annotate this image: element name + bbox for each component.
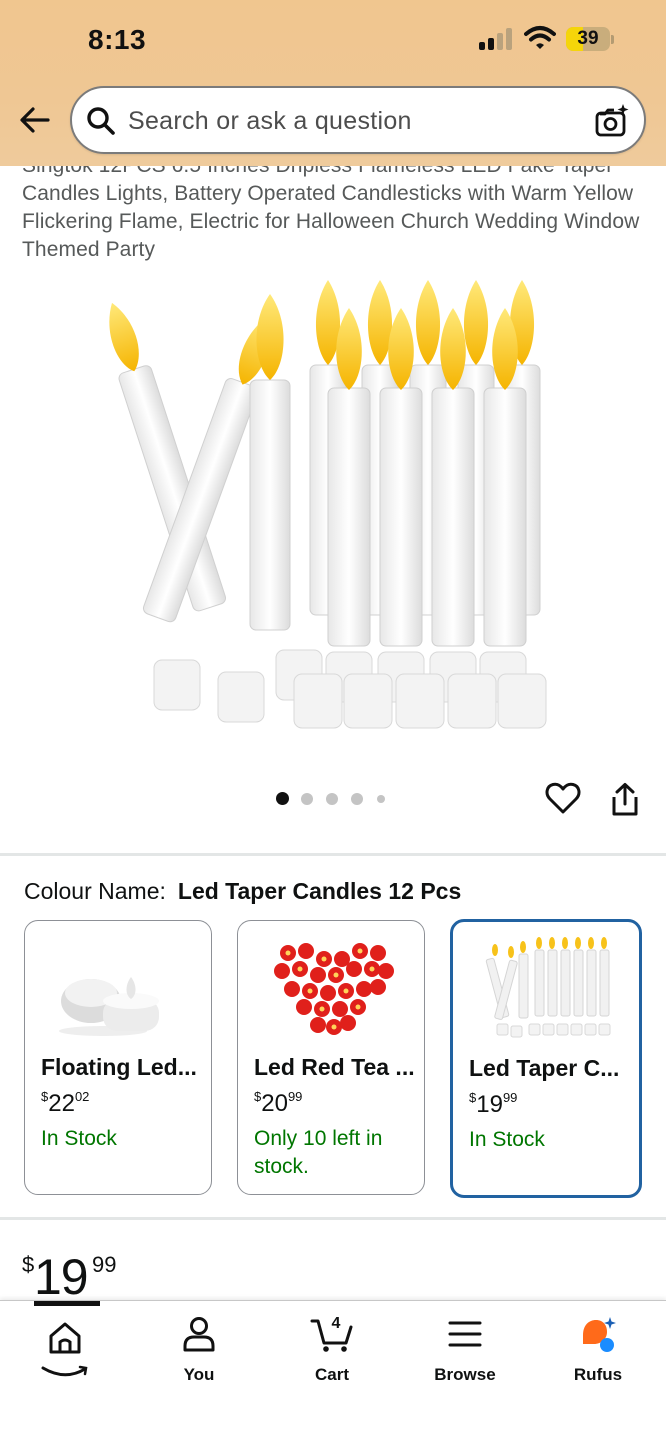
battery-indicator: 39 [566, 27, 614, 53]
price-whole: 19 [34, 1249, 89, 1305]
variant-card-floating-led[interactable]: Floating Led... $2202 In Stock [24, 920, 212, 1195]
back-arrow-icon[interactable] [18, 103, 52, 137]
rufus-icon [583, 1317, 616, 1352]
wifi-icon [524, 26, 556, 49]
carousel-dot[interactable] [276, 792, 289, 805]
amazon-smile-icon [41, 1365, 88, 1377]
section-divider [0, 853, 666, 856]
variant-thumbnail [59, 977, 159, 1036]
heart-icon[interactable] [545, 780, 581, 816]
nav-rufus[interactable]: Rufus [538, 1315, 658, 1385]
nav-label: You [183, 1365, 215, 1384]
colour-row: Colour Name: Led Taper Candles 12 Pcs [24, 878, 461, 905]
variant-stock: Only 10 left in stock. [254, 1127, 383, 1178]
nav-label: Cart [314, 1365, 349, 1384]
carousel-dot[interactable] [301, 793, 313, 805]
variant-price: $1999 [469, 1090, 518, 1118]
search-icon [87, 107, 115, 135]
price-currency: $ [22, 1252, 35, 1277]
variant-thumbnail [485, 937, 611, 1038]
camera-search-icon[interactable] [594, 102, 630, 138]
variant-name: Led Red Tea ... [254, 1054, 415, 1080]
carousel-dot[interactable] [326, 793, 338, 805]
header: 8:13 39 Search or ask a question [0, 0, 666, 166]
share-icon[interactable] [608, 782, 642, 818]
variant-name: Led Taper C... [469, 1055, 620, 1081]
bottom-nav: You 4 Cart Browse Rufus [0, 1300, 666, 1440]
home-icon [49, 1322, 81, 1354]
nav-cart[interactable]: 4 Cart [272, 1315, 392, 1385]
variant-name: Floating Led... [41, 1054, 197, 1080]
variant-stock: In Stock [41, 1127, 117, 1150]
variant-card-red-tea-light[interactable]: Led Red Tea ... $2099 Only 10 left in st… [237, 920, 425, 1195]
price-fraction: 99 [92, 1252, 117, 1277]
nav-you[interactable]: You [139, 1315, 259, 1385]
nav-label: Browse [434, 1365, 496, 1384]
colour-value: Led Taper Candles 12 Pcs [177, 878, 462, 904]
nav-label: Rufus [573, 1365, 623, 1384]
status-time: 8:13 [88, 24, 147, 55]
variant-card-taper-candles[interactable]: Led Taper C... $1999 In Stock [450, 919, 642, 1198]
cart-count: 4 [331, 1315, 341, 1332]
person-icon [183, 1317, 215, 1352]
variant-price: $2099 [254, 1089, 303, 1117]
variant-price: $2202 [41, 1089, 90, 1117]
nav-home[interactable] [5, 1315, 125, 1377]
nav-browse[interactable]: Browse [405, 1315, 525, 1385]
carousel-dot[interactable] [351, 793, 363, 805]
variant-thumbnail [274, 943, 394, 1035]
section-divider [0, 1217, 666, 1220]
carousel-dot[interactable] [377, 795, 385, 803]
search-input[interactable]: Search or ask a question [70, 86, 646, 154]
search-placeholder: Search or ask a question [128, 107, 412, 135]
active-tab-indicator [34, 1301, 100, 1306]
cellular-signal-icon [479, 28, 515, 50]
product-image[interactable] [100, 270, 560, 740]
variant-stock: In Stock [469, 1128, 545, 1151]
colour-label: Colour Name: [24, 878, 166, 904]
product-title[interactable]: Singtok 12PCS 6.5 Inches Dripless Flamel… [22, 152, 642, 264]
menu-icon [448, 1321, 482, 1347]
